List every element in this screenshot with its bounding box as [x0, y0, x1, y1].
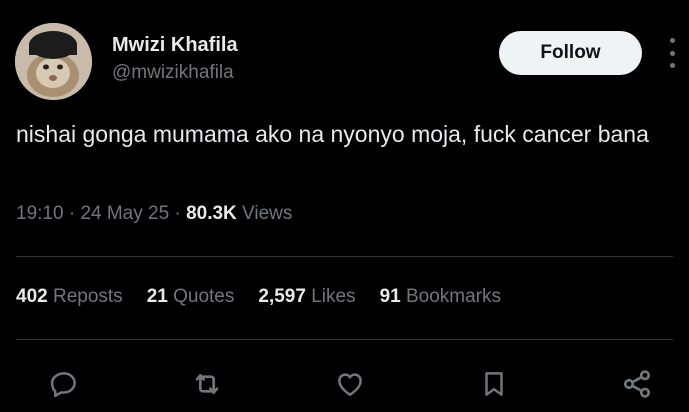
likes-label: Likes — [311, 286, 356, 307]
reposts-count: 402 — [16, 286, 48, 307]
share-icon — [623, 370, 651, 398]
bookmarks-count: 91 — [379, 286, 401, 307]
bookmarks-stat[interactable]: 91 Bookmarks — [380, 286, 501, 308]
divider — [16, 339, 673, 340]
reposts-label: Reposts — [52, 286, 123, 307]
reposts-stat[interactable]: 402 Reposts — [16, 286, 123, 308]
more-dot — [669, 38, 675, 43]
tweet-date[interactable]: 24 May 25 — [80, 203, 169, 224]
author-display-name[interactable]: Mwizi Khafila — [112, 34, 238, 57]
more-dot — [669, 63, 675, 68]
quotes-label: Quotes — [173, 286, 235, 307]
likes-count: 2,597 — [258, 286, 306, 307]
reply-icon — [50, 372, 76, 398]
tweet-stats: 402 Reposts 21 Quotes 2,597 Likes 91 Boo… — [16, 286, 501, 308]
views-count: 80.3K — [186, 203, 237, 224]
quotes-stat[interactable]: 21 Quotes — [147, 286, 235, 308]
tweet-time[interactable]: 19:10 — [16, 203, 64, 224]
bookmark-icon — [485, 372, 503, 396]
repost-icon — [195, 374, 219, 394]
likes-stat[interactable]: 2,597 Likes — [258, 286, 355, 308]
share-button[interactable] — [619, 366, 655, 402]
tweet-meta: 19:10 · 24 May 25 · 80.3K Views — [16, 203, 292, 225]
quotes-count: 21 — [146, 286, 168, 307]
meta-separator: · — [174, 203, 181, 224]
repost-button[interactable] — [189, 366, 225, 402]
tweet-text: nishai gonga mumama ako na nyonyo moja, … — [16, 121, 649, 147]
bookmark-button[interactable] — [476, 366, 512, 402]
bookmarks-label: Bookmarks — [405, 286, 502, 307]
reply-button[interactable] — [46, 366, 82, 402]
divider — [16, 256, 673, 257]
like-icon — [338, 373, 362, 396]
avatar[interactable] — [15, 23, 92, 100]
follow-button[interactable]: Follow — [499, 31, 642, 75]
like-button[interactable] — [332, 366, 368, 402]
views-label: Views — [242, 203, 293, 224]
more-vertical-icon[interactable] — [664, 38, 680, 68]
more-dot — [669, 50, 675, 56]
avatar-image — [15, 23, 92, 100]
author-handle[interactable]: @mwizikhafila — [112, 62, 234, 84]
meta-separator: · — [68, 203, 76, 224]
